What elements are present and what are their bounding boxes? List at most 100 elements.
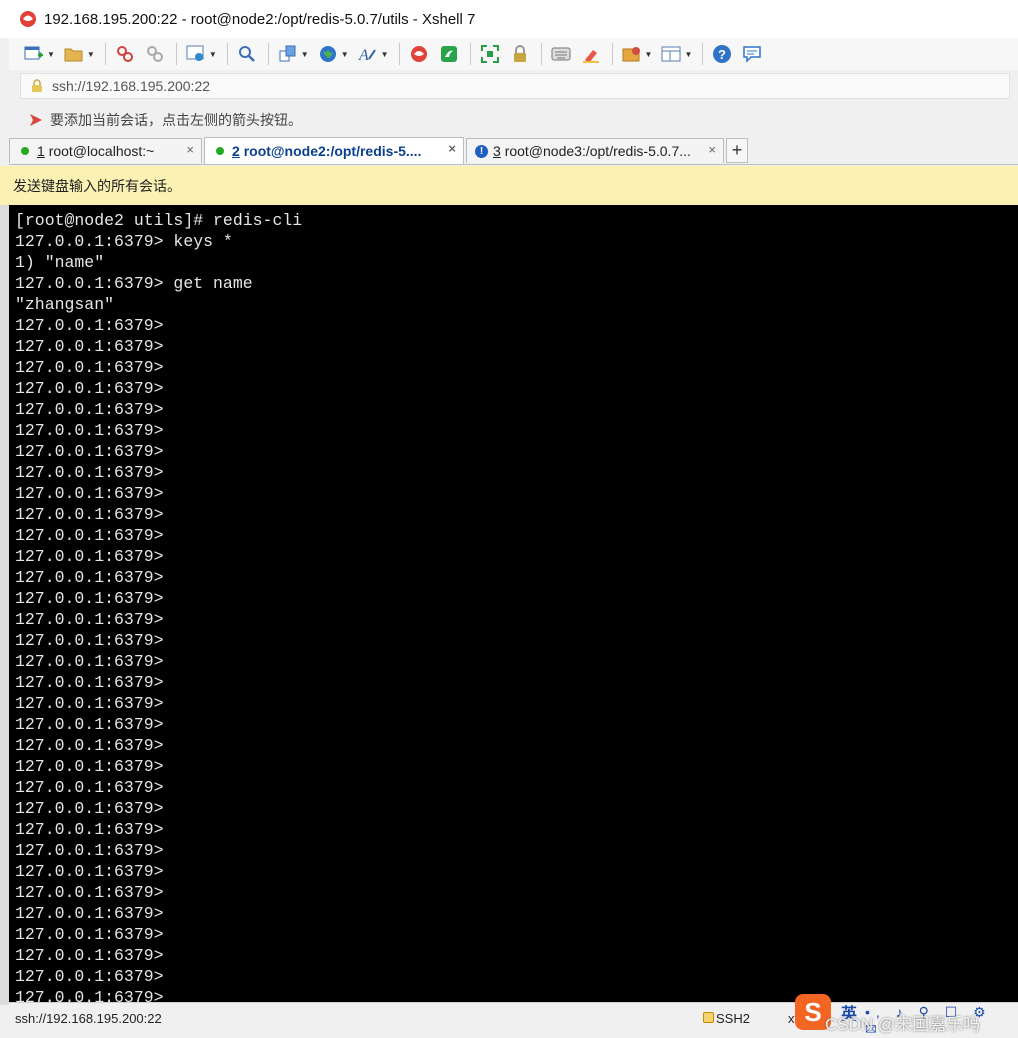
fullscreen-icon[interactable] xyxy=(479,43,501,65)
terminal-line: 127.0.0.1:6379> xyxy=(15,358,164,377)
xshell-logo-icon xyxy=(20,11,36,27)
properties-icon[interactable] xyxy=(185,43,207,65)
terminal-line: 127.0.0.1:6379> xyxy=(15,967,164,986)
terminal-line: 127.0.0.1:6379> xyxy=(15,946,164,965)
xshell-icon[interactable] xyxy=(408,43,430,65)
toolbar-separator xyxy=(267,43,269,65)
terminal-line: 127.0.0.1:6379> xyxy=(15,841,164,860)
chevron-down-icon[interactable]: ▼ xyxy=(209,50,217,59)
tab-session-1[interactable]: 1 root@localhost:~ × xyxy=(9,138,202,163)
toolbar-separator xyxy=(611,43,613,65)
terminal-line: 127.0.0.1:6379> xyxy=(15,484,164,503)
lock-icon xyxy=(32,79,42,92)
terminal-area[interactable]: [root@node2 utils]# redis-cli 127.0.0.1:6… xyxy=(9,205,1018,1029)
watermark: CSDN @宋国嘉乐吗 xyxy=(825,1015,981,1034)
terminal-line: 127.0.0.1:6379> xyxy=(15,589,164,608)
tab-session-3[interactable]: ! 3 root@node3:/opt/redis-5.0.7... × xyxy=(466,138,724,163)
chevron-down-icon[interactable]: ▼ xyxy=(381,50,389,59)
script-icon[interactable] xyxy=(621,43,643,65)
terminal-line: 127.0.0.1:6379> xyxy=(15,862,164,881)
transfer-icon[interactable] xyxy=(277,43,299,65)
add-session-arrow-icon[interactable] xyxy=(28,112,44,128)
svg-text:A: A xyxy=(358,47,369,63)
notice-text: 发送键盘输入的所有会话。 xyxy=(13,177,181,194)
tab-session-2[interactable]: 2 root@node2:/opt/redis-5.... × xyxy=(204,137,464,164)
help-icon[interactable]: ? xyxy=(711,43,733,65)
keyboard-icon[interactable] xyxy=(550,43,572,65)
layout-icon[interactable] xyxy=(660,43,682,65)
close-icon[interactable]: × xyxy=(448,141,456,156)
close-icon[interactable]: × xyxy=(186,142,194,157)
terminal-line: 127.0.0.1:6379> xyxy=(15,610,164,629)
status-protocol: SSH2 xyxy=(703,1011,750,1026)
terminal-line: 127.0.0.1:6379> xyxy=(15,505,164,524)
terminal-line: 127.0.0.1:6379> xyxy=(15,736,164,755)
status-dot xyxy=(216,147,224,155)
toolbar-separator xyxy=(469,43,471,65)
protocol-label: SSH2 xyxy=(716,1011,750,1026)
terminal-line: 127.0.0.1:6379> xyxy=(15,694,164,713)
ime-toolbar: S 英 •, ♪ ⚲ ☐ ⚙ ✉ CSDN @宋国嘉乐吗 xyxy=(795,992,1018,1038)
chat-icon[interactable] xyxy=(741,43,763,65)
close-icon[interactable]: × xyxy=(708,142,716,157)
status-dot xyxy=(21,147,29,155)
terminal-line: 127.0.0.1:6379> xyxy=(15,400,164,419)
background-window-strip xyxy=(0,200,9,1005)
lock-icon[interactable] xyxy=(509,43,531,65)
chevron-down-icon[interactable]: ▼ xyxy=(301,50,309,59)
terminal-line: 127.0.0.1:6379> keys * xyxy=(15,232,233,251)
lock-icon xyxy=(703,1012,714,1023)
terminal-line: 127.0.0.1:6379> get name xyxy=(15,274,253,293)
tab-num: 2 xyxy=(232,143,240,159)
connect-icon[interactable] xyxy=(114,43,136,65)
terminal-line: 127.0.0.1:6379> xyxy=(15,316,164,335)
chevron-down-icon[interactable]: ▼ xyxy=(47,50,55,59)
chevron-down-icon[interactable]: ▼ xyxy=(684,50,692,59)
terminal-line: 127.0.0.1:6379> xyxy=(15,904,164,923)
highlight-icon[interactable] xyxy=(580,43,602,65)
toolbar: ▼ ▼ ▼ ▼ ▼ A ▼ ▼ ▼ ? xyxy=(9,38,1018,70)
info-icon: ! xyxy=(475,144,488,158)
terminal-line: 127.0.0.1:6379> xyxy=(15,442,164,461)
terminal-line: 127.0.0.1:6379> xyxy=(15,463,164,482)
tab-num: 3 xyxy=(493,143,501,159)
window-title: 192.168.195.200:22 - root@node2:/opt/red… xyxy=(44,10,476,28)
toolbar-separator xyxy=(702,43,704,65)
open-folder-icon[interactable] xyxy=(63,43,85,65)
address-value[interactable]: ssh://192.168.195.200:22 xyxy=(52,78,210,94)
tab-label: root@localhost:~ xyxy=(48,143,155,159)
chevron-down-icon[interactable]: ▼ xyxy=(341,50,349,59)
svg-text:?: ? xyxy=(718,47,726,62)
terminal-line: 127.0.0.1:6379> xyxy=(15,652,164,671)
terminal-line: "zhangsan" xyxy=(15,295,115,314)
session-tabs: 1 root@localhost:~ × 2 root@node2:/opt/r… xyxy=(9,137,1018,165)
toolbar-separator xyxy=(175,43,177,65)
title-bar: 192.168.195.200:22 - root@node2:/opt/red… xyxy=(0,0,1018,38)
tab-label: root@node3:/opt/redis-5.0.7... xyxy=(504,143,691,159)
session-hint-text: 要添加当前会话，点击左侧的箭头按钮。 xyxy=(50,112,302,128)
globe-icon[interactable] xyxy=(317,43,339,65)
terminal-line: 127.0.0.1:6379> xyxy=(15,631,164,650)
terminal-line: [root@node2 utils]# redis-cli xyxy=(15,211,303,230)
terminal-line: 127.0.0.1:6379> xyxy=(15,778,164,797)
find-icon[interactable] xyxy=(236,43,258,65)
new-session-icon[interactable] xyxy=(23,43,45,65)
font-icon[interactable]: A xyxy=(357,43,379,65)
terminal-line: 127.0.0.1:6379> xyxy=(15,337,164,356)
terminal-line: 127.0.0.1:6379> xyxy=(15,379,164,398)
broadcast-notice: 发送键盘输入的所有会话。 xyxy=(0,166,1018,205)
disconnect-icon[interactable] xyxy=(144,43,166,65)
add-tab-button[interactable]: + xyxy=(726,138,748,163)
terminal-line: 127.0.0.1:6379> xyxy=(15,547,164,566)
xftp-icon[interactable] xyxy=(438,43,460,65)
chevron-down-icon[interactable]: ▼ xyxy=(645,50,653,59)
terminal-line: 127.0.0.1:6379> xyxy=(15,568,164,587)
xshell-window: 192.168.195.200:22 - root@node2:/opt/red… xyxy=(0,0,1018,1038)
address-bar[interactable]: ssh://192.168.195.200:22 xyxy=(20,73,1010,99)
toolbar-separator xyxy=(226,43,228,65)
terminal-line: 127.0.0.1:6379> xyxy=(15,715,164,734)
chevron-down-icon[interactable]: ▼ xyxy=(87,50,95,59)
tab-label: root@node2:/opt/redis-5.... xyxy=(243,143,422,159)
terminal-line: 127.0.0.1:6379> xyxy=(15,799,164,818)
terminal-line: 127.0.0.1:6379> xyxy=(15,757,164,776)
